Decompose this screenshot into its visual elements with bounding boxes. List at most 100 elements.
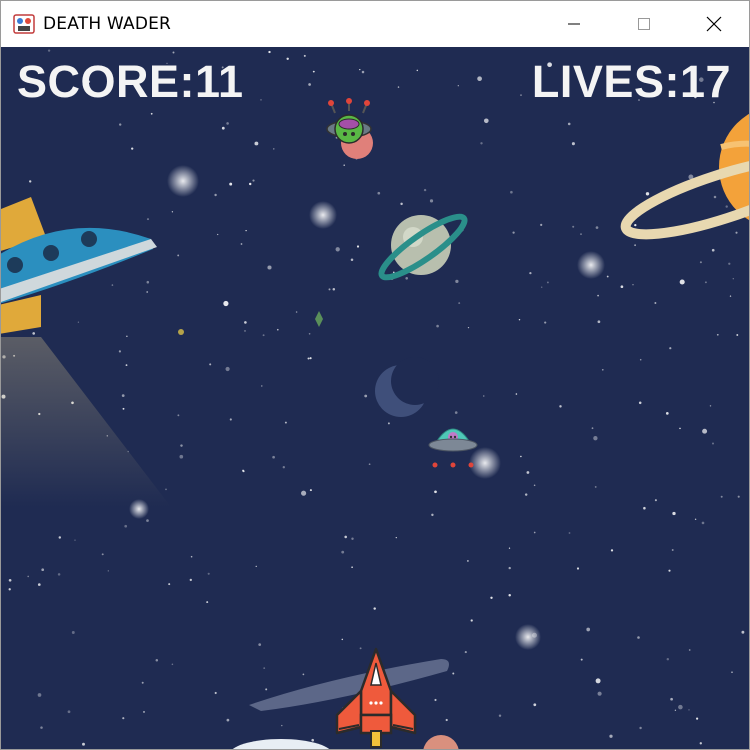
star [668,569,671,572]
star [254,141,259,146]
star [431,513,434,517]
star [518,318,521,321]
star [77,321,80,323]
game-canvas[interactable]: SCORE:11 LIVES:17 [1,47,749,749]
title-bar[interactable]: DEATH WADER [1,1,749,47]
star [702,428,708,434]
star [311,738,314,742]
star [540,223,543,226]
star [470,619,473,622]
star [252,179,255,182]
star [637,636,640,639]
star [57,573,61,576]
star [595,678,601,684]
star [180,444,183,447]
star [580,658,583,661]
star [373,607,376,610]
star [735,231,738,234]
star [672,511,676,516]
game-window: DEATH WADER SCORE:11 LIVES:17 [0,0,750,750]
star [118,350,121,353]
star [609,734,613,738]
star [665,412,669,415]
star [282,466,285,469]
close-icon [706,16,722,32]
star [328,288,331,291]
star [40,726,43,729]
star [571,142,575,146]
star [82,742,85,746]
app-icon [13,14,35,34]
star [111,284,114,286]
star [498,714,502,717]
star [533,703,537,707]
star [217,233,219,236]
star [341,550,345,554]
star [146,291,149,293]
star [272,455,275,459]
star [520,455,522,458]
star [179,454,184,459]
star [610,549,614,552]
star [671,549,674,551]
star [309,489,312,492]
star [221,126,225,130]
star [457,85,459,87]
star [344,535,347,539]
star [29,180,32,183]
star [284,421,287,424]
green-alien-ufo-enemy [326,98,373,159]
star [736,334,739,336]
star [242,470,245,473]
star [240,243,243,245]
star [150,112,153,115]
star [351,566,353,568]
star [731,671,733,673]
close-button[interactable] [679,1,749,47]
star [464,651,467,654]
star [508,566,511,570]
maximize-button[interactable] [609,1,679,47]
star [445,718,448,722]
star [263,667,266,669]
star [595,226,599,229]
star [361,70,365,74]
star [141,681,144,684]
star [540,286,543,288]
star [273,148,275,150]
star [226,122,229,125]
star [41,568,45,572]
star [223,300,229,307]
star [229,182,233,186]
minimize-button[interactable] [539,1,609,47]
maximize-icon [638,18,650,30]
star [737,495,740,498]
star [699,742,702,745]
star [377,191,381,195]
star [155,658,159,662]
star [559,405,562,408]
star [395,536,397,539]
star [515,393,518,395]
star [309,357,312,360]
star [267,265,272,270]
star [8,578,12,582]
star [255,565,257,568]
star [295,311,298,313]
star [146,280,150,284]
star [143,710,145,713]
star [669,347,672,350]
star [546,281,549,284]
star [606,275,609,278]
star [177,254,180,257]
star [58,536,62,539]
star [124,524,128,528]
window-title: DEATH WADER [43,14,172,34]
star [265,688,268,691]
star [466,559,469,562]
star [480,142,483,145]
star [308,83,311,86]
star [244,321,247,324]
star [122,407,125,410]
star [720,495,723,498]
